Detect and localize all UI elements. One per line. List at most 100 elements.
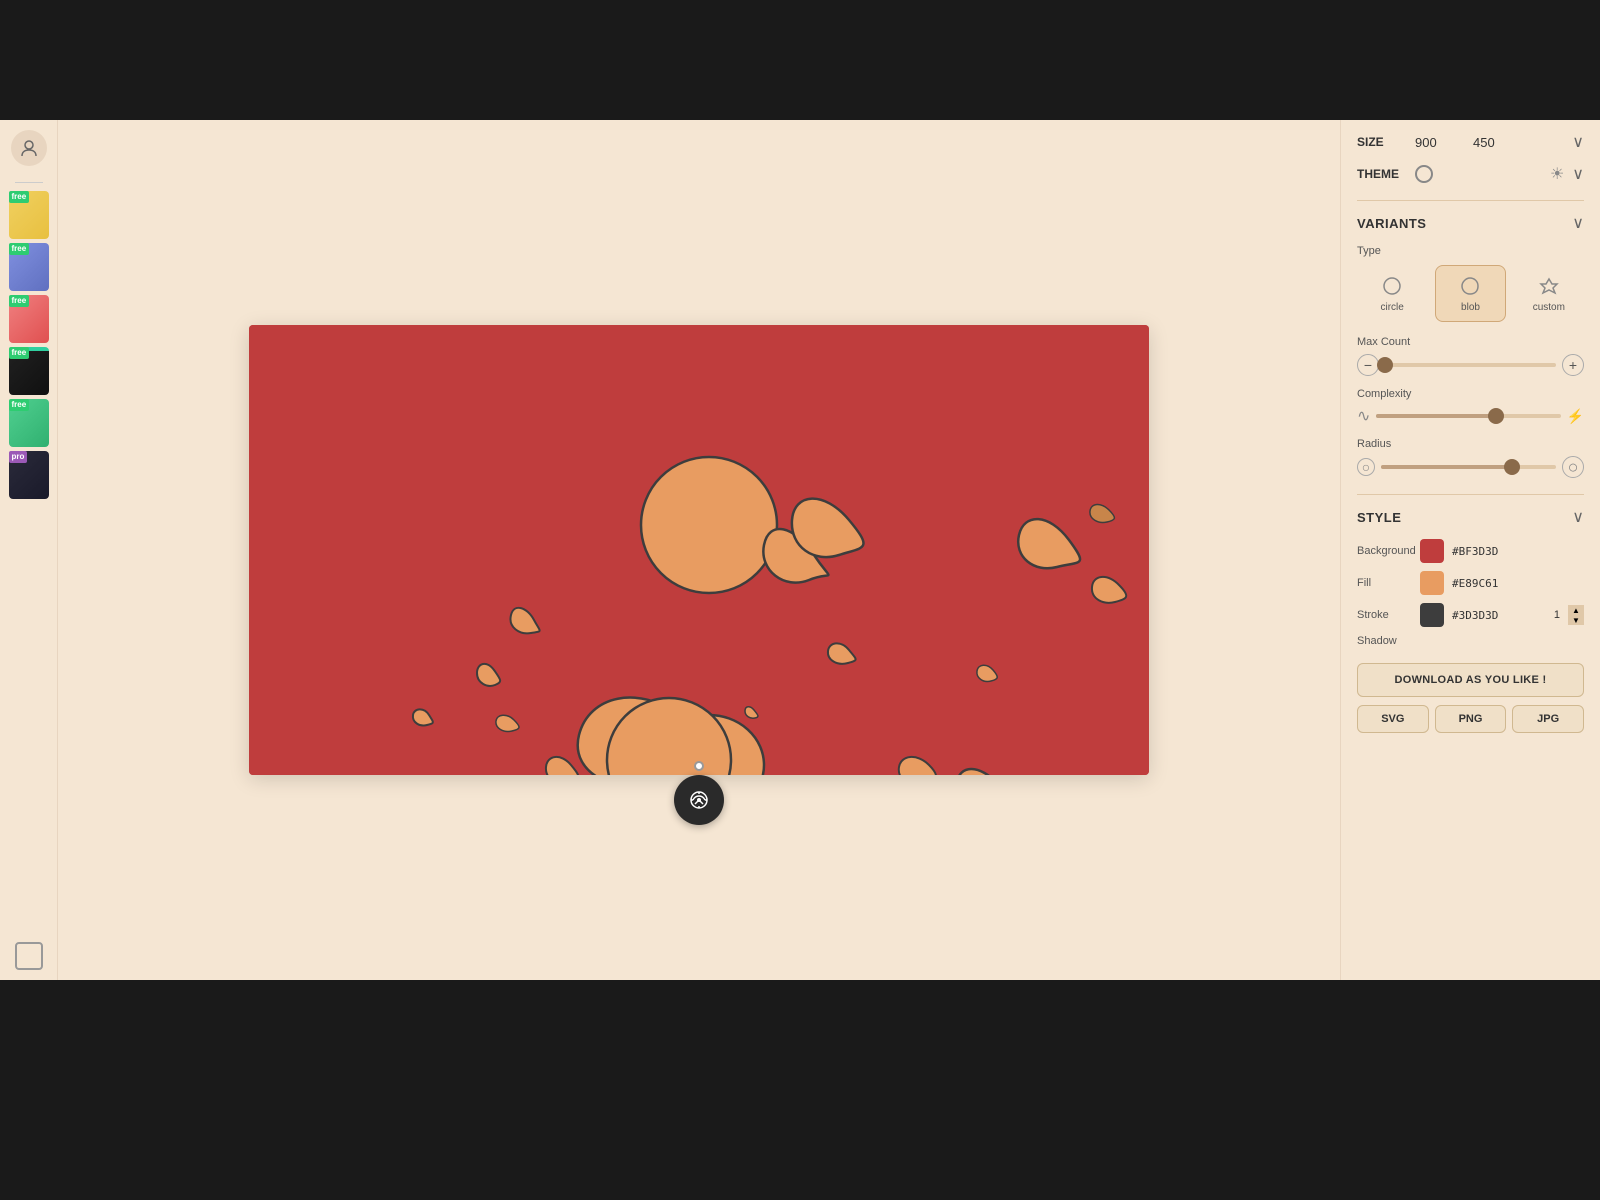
custom-icon [1537,274,1561,298]
size-row: SIZE 900 450 ∨ [1357,132,1584,152]
theme-label: THEME [1357,167,1407,181]
sample-item-1[interactable]: free [9,191,49,239]
complexity-thumb[interactable] [1488,408,1504,424]
type-btn-circle[interactable]: circle [1357,265,1427,322]
type-btn-blob[interactable]: blob [1435,265,1505,322]
radius-small-icon: ○ [1357,458,1375,476]
sample-item-4[interactable]: free [9,347,49,395]
stroke-up-btn[interactable]: ▲ [1568,605,1584,615]
radius-fill [1381,465,1512,469]
variants-header: VARIANTS ∨ [1357,213,1584,233]
shadow-label: Shadow [1357,635,1584,647]
circle-icon [1380,274,1404,298]
theme-row: THEME ☀ ∨ [1357,164,1584,184]
format-btn-png[interactable]: PNG [1435,705,1507,733]
size-width[interactable]: 900 [1415,135,1465,150]
background-color-hex[interactable]: #BF3D3D [1452,545,1498,558]
radius-label: Radius [1357,438,1584,450]
max-count-thumb[interactable] [1377,357,1393,373]
stroke-spinner: ▲ ▼ [1568,605,1584,625]
sample-item-6[interactable]: pro [9,451,49,499]
variants-title: VARIANTS [1357,216,1426,231]
format-buttons: SVG PNG JPG [1357,705,1584,733]
free-badge-1: free [9,191,30,203]
stroke-row: Stroke #3D3D3D 1 ▲ ▼ [1357,603,1584,627]
complexity-right-icon: ⚡ [1567,408,1584,425]
style-section: STYLE ∨ Background #BF3D3D Fill #E89C61 … [1357,507,1584,647]
radius-large-icon: ○ [1562,456,1584,478]
canvas-container[interactable] [249,325,1149,775]
style-title: STYLE [1357,510,1401,525]
user-avatar[interactable] [11,130,47,166]
top-bar [0,0,1600,120]
theme-circle-icon[interactable] [1415,165,1433,183]
square-tool-icon[interactable] [15,942,43,970]
blob-icon [1458,274,1482,298]
type-btn-custom-label: custom [1533,302,1565,313]
canvas-wrapper [249,325,1149,775]
randomize-button[interactable] [674,775,724,825]
canvas-control [674,761,724,825]
format-btn-jpg[interactable]: JPG [1512,705,1584,733]
complexity-row: Complexity ∿ ⚡ [1357,388,1584,426]
canvas-area [58,120,1340,980]
stroke-value[interactable]: 1 [1554,609,1560,621]
max-count-minus-btn[interactable]: − [1357,354,1379,376]
size-dropdown-chevron[interactable]: ∨ [1572,132,1584,152]
type-buttons: circle blob custom [1357,265,1584,322]
sample-item-3[interactable]: free [9,295,49,343]
size-height[interactable]: 450 [1473,135,1523,150]
type-btn-circle-label: circle [1380,302,1403,313]
radius-thumb[interactable] [1504,459,1520,475]
stroke-color-label: Stroke [1357,609,1412,621]
stroke-color-hex[interactable]: #3D3D3D [1452,609,1498,622]
fill-color-swatch[interactable] [1420,571,1444,595]
type-btn-custom[interactable]: custom [1514,265,1584,322]
complexity-controls: ∿ ⚡ [1357,406,1584,426]
type-label: Type [1357,245,1584,257]
max-count-plus-btn[interactable]: + [1562,354,1584,376]
type-btn-blob-label: blob [1461,302,1480,313]
background-color-swatch[interactable] [1420,539,1444,563]
bottom-bar [0,980,1600,1200]
style-collapse-chevron[interactable]: ∨ [1572,507,1584,527]
pro-badge-6: pro [9,451,28,463]
complexity-fill [1376,414,1496,418]
free-badge-4: free [9,347,30,359]
stroke-down-btn[interactable]: ▼ [1568,615,1584,625]
stroke-color-swatch[interactable] [1420,603,1444,627]
variants-collapse-chevron[interactable]: ∨ [1572,213,1584,233]
section-divider-1 [1357,200,1584,201]
max-count-track[interactable] [1385,363,1556,367]
max-count-row: Max Count − + [1357,336,1584,376]
main-area: free free free free free pro [0,120,1600,980]
radius-row: Radius ○ ○ [1357,438,1584,478]
radius-track[interactable] [1381,465,1556,469]
background-color-label: Background [1357,545,1412,557]
variants-section: VARIANTS ∨ Type circle [1357,213,1584,478]
sample-item-5[interactable]: free [9,399,49,447]
max-count-label: Max Count [1357,336,1584,348]
sidebar-divider [15,182,43,183]
size-label: SIZE [1357,135,1407,149]
complexity-left-icon: ∿ [1357,406,1370,426]
download-button[interactable]: DOWNLOAD AS YOU LIKE ! [1357,663,1584,697]
left-sidebar: free free free free free pro [0,120,58,980]
fill-color-hex[interactable]: #E89C61 [1452,577,1498,590]
format-btn-svg[interactable]: SVG [1357,705,1429,733]
complexity-label: Complexity [1357,388,1584,400]
theme-sun-icon[interactable]: ☀ [1550,164,1564,184]
complexity-track[interactable] [1376,414,1560,418]
section-divider-2 [1357,494,1584,495]
free-badge-2: free [9,243,30,255]
background-row: Background #BF3D3D [1357,539,1584,563]
style-header: STYLE ∨ [1357,507,1584,527]
max-count-controls: − + [1357,354,1584,376]
free-badge-3: free [9,295,30,307]
theme-dropdown-chevron[interactable]: ∨ [1572,164,1584,184]
radius-controls: ○ ○ [1357,456,1584,478]
free-badge-5: free [9,399,30,411]
sample-item-2[interactable]: free [9,243,49,291]
right-panel: SIZE 900 450 ∨ THEME ☀ ∨ VARIANTS ∨ Type [1340,120,1600,980]
control-dot [694,761,704,771]
